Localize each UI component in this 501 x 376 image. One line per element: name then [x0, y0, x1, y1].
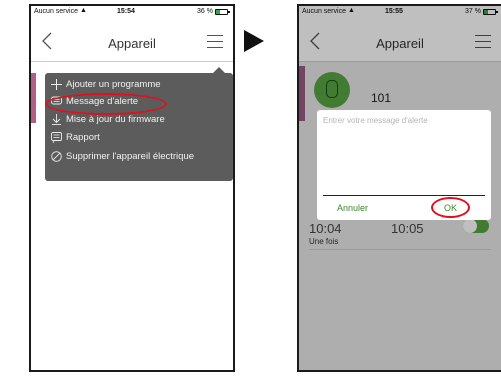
menu-item-label: Ajouter un programme [66, 79, 161, 90]
download-arrow-icon [52, 114, 61, 125]
carrier-label: Aucun service [34, 8, 78, 15]
battery-percent: 36 % [197, 8, 213, 15]
menu-item-delete-device[interactable]: Supprimer l'appareil électrique [45, 148, 233, 166]
highlight-ellipse [431, 197, 470, 218]
options-dropdown-menu: Ajouter un programme Message d'alerte Mi… [45, 67, 233, 181]
phone-screen-after: Aucun service ▲ 15:55 37 % Appareil 101 … [297, 4, 501, 372]
device-color-strip [31, 73, 36, 123]
step-arrow-icon [244, 30, 264, 52]
alert-message-dialog: Annuler OK [317, 110, 491, 220]
hamburger-menu-icon[interactable] [207, 35, 223, 48]
highlight-ellipse [45, 93, 167, 115]
page-title: Appareil [108, 36, 156, 51]
menu-item-add-program[interactable]: Ajouter un programme [45, 76, 233, 94]
navigation-bar: Appareil [31, 20, 233, 62]
plus-icon [51, 79, 62, 90]
cancel-button[interactable]: Annuler [337, 203, 368, 213]
prohibited-icon [51, 151, 62, 162]
phone-screen-before: Aucun service ▲ 15:54 36 % Appareil Ajou… [29, 4, 235, 372]
status-bar: Aucun service ▲ 15:54 36 % [31, 6, 233, 18]
battery-icon [215, 9, 228, 15]
tutorial-canvas: Aucun service ▲ 15:54 36 % Appareil Ajou… [0, 0, 501, 376]
wifi-icon: ▲ [80, 7, 87, 14]
menu-item-label: Mise à jour du firmware [66, 114, 165, 125]
menu-item-firmware-update[interactable]: Mise à jour du firmware [45, 111, 233, 129]
menu-item-report[interactable]: Rapport [45, 129, 233, 147]
status-time: 15:54 [117, 8, 135, 15]
menu-item-label: Rapport [66, 132, 100, 143]
menu-item-label: Supprimer l'appareil électrique [66, 151, 195, 162]
dropdown-caret [213, 67, 225, 73]
charging-icon [228, 11, 230, 13]
report-icon [51, 132, 62, 143]
alert-message-input[interactable] [323, 114, 485, 196]
